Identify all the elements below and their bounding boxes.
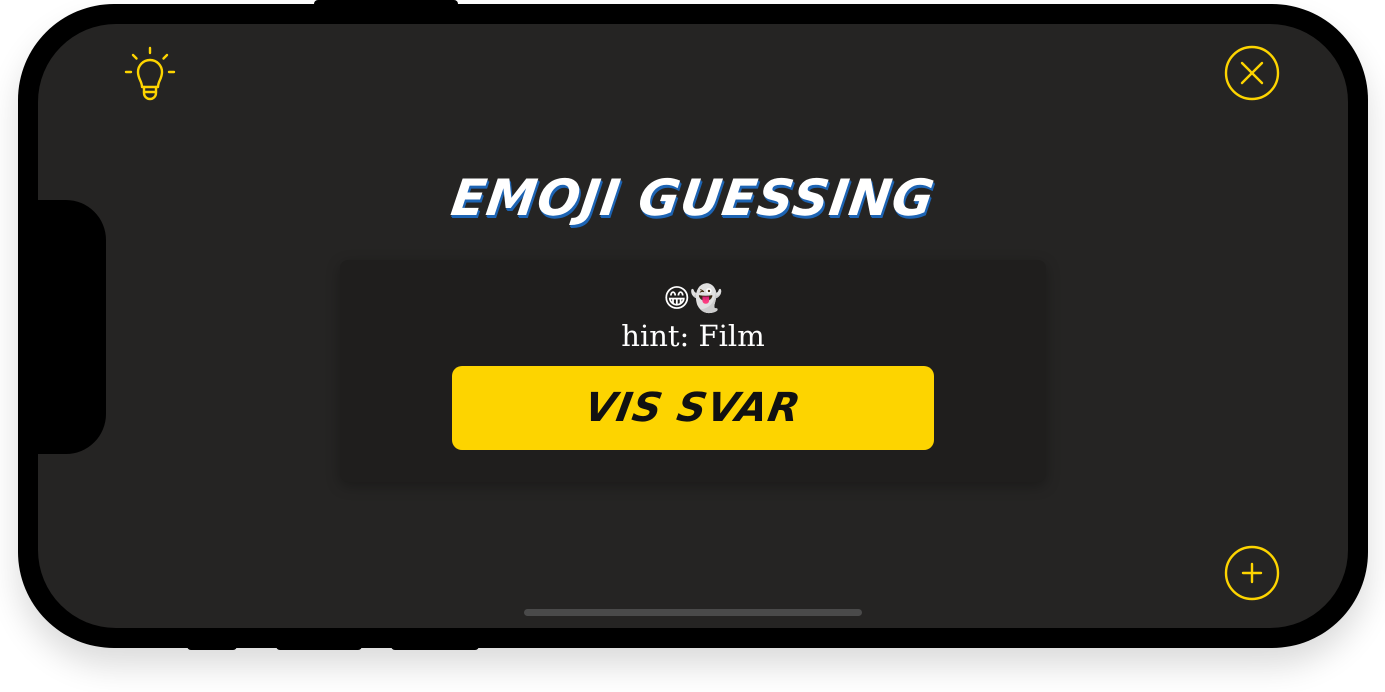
phone-frame: EMOJI GUESSING 😁👻 hint: Film VIS SVAR <box>18 4 1368 648</box>
reveal-answer-button[interactable]: VIS SVAR <box>452 366 934 450</box>
plus-icon <box>1224 545 1280 601</box>
lightbulb-icon <box>124 46 176 101</box>
hint-text: hint: Film <box>621 319 765 353</box>
question-card: 😁👻 hint: Film VIS SVAR <box>340 260 1046 482</box>
page: EMOJI GUESSING 😁👻 hint: Film VIS SVAR <box>0 0 1385 692</box>
emoji-clue: 😁👻 <box>663 284 723 314</box>
app-screen: EMOJI GUESSING 😁👻 hint: Film VIS SVAR <box>38 24 1348 628</box>
close-icon <box>1224 45 1280 101</box>
reveal-answer-label: VIS SVAR <box>581 385 805 431</box>
add-button[interactable] <box>1222 543 1282 603</box>
app-title: EMOJI GUESSING <box>447 169 939 227</box>
notch <box>38 200 106 454</box>
hint-button[interactable] <box>120 44 180 104</box>
home-indicator[interactable] <box>524 609 862 616</box>
close-button[interactable] <box>1222 43 1282 103</box>
